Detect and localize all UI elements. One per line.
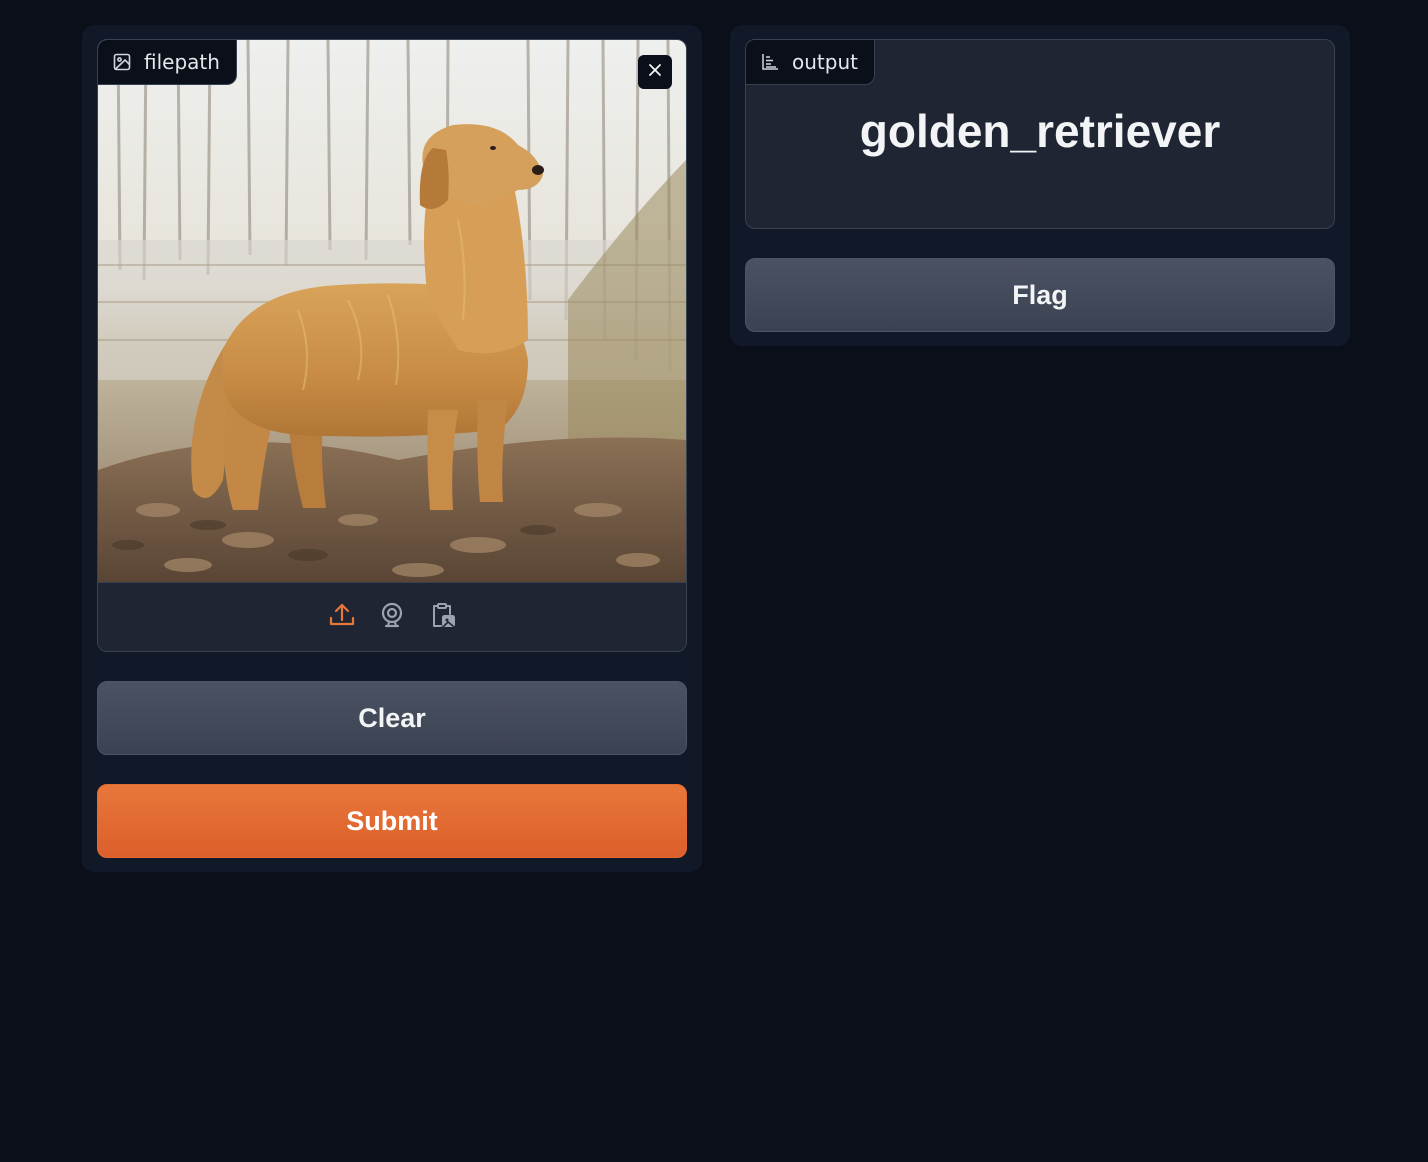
label-output: output golden_retriever [745, 39, 1335, 229]
image-input[interactable]: filepath [97, 39, 687, 652]
bar-chart-icon [760, 52, 780, 72]
input-panel: filepath Clear Submit [82, 25, 702, 872]
webcam-source-button[interactable] [377, 602, 407, 632]
image-input-label-text: filepath [144, 50, 220, 74]
webcam-icon [378, 601, 406, 633]
image-icon [112, 52, 132, 72]
output-panel: output golden_retriever Flag [730, 25, 1350, 346]
upload-icon [328, 601, 356, 633]
output-label: output [746, 40, 875, 85]
clear-button[interactable]: Clear [97, 681, 687, 755]
image-source-bar [98, 582, 686, 651]
image-input-label: filepath [98, 40, 237, 85]
flag-button[interactable]: Flag [745, 258, 1335, 332]
close-icon [647, 62, 663, 82]
output-label-text: output [792, 50, 858, 74]
upload-source-button[interactable] [327, 602, 357, 632]
uploaded-image [98, 40, 686, 582]
clear-image-button[interactable] [638, 55, 672, 89]
submit-button[interactable]: Submit [97, 784, 687, 858]
clipboard-icon [428, 601, 456, 633]
predicted-label: golden_retriever [859, 105, 1221, 157]
clipboard-source-button[interactable] [427, 602, 457, 632]
